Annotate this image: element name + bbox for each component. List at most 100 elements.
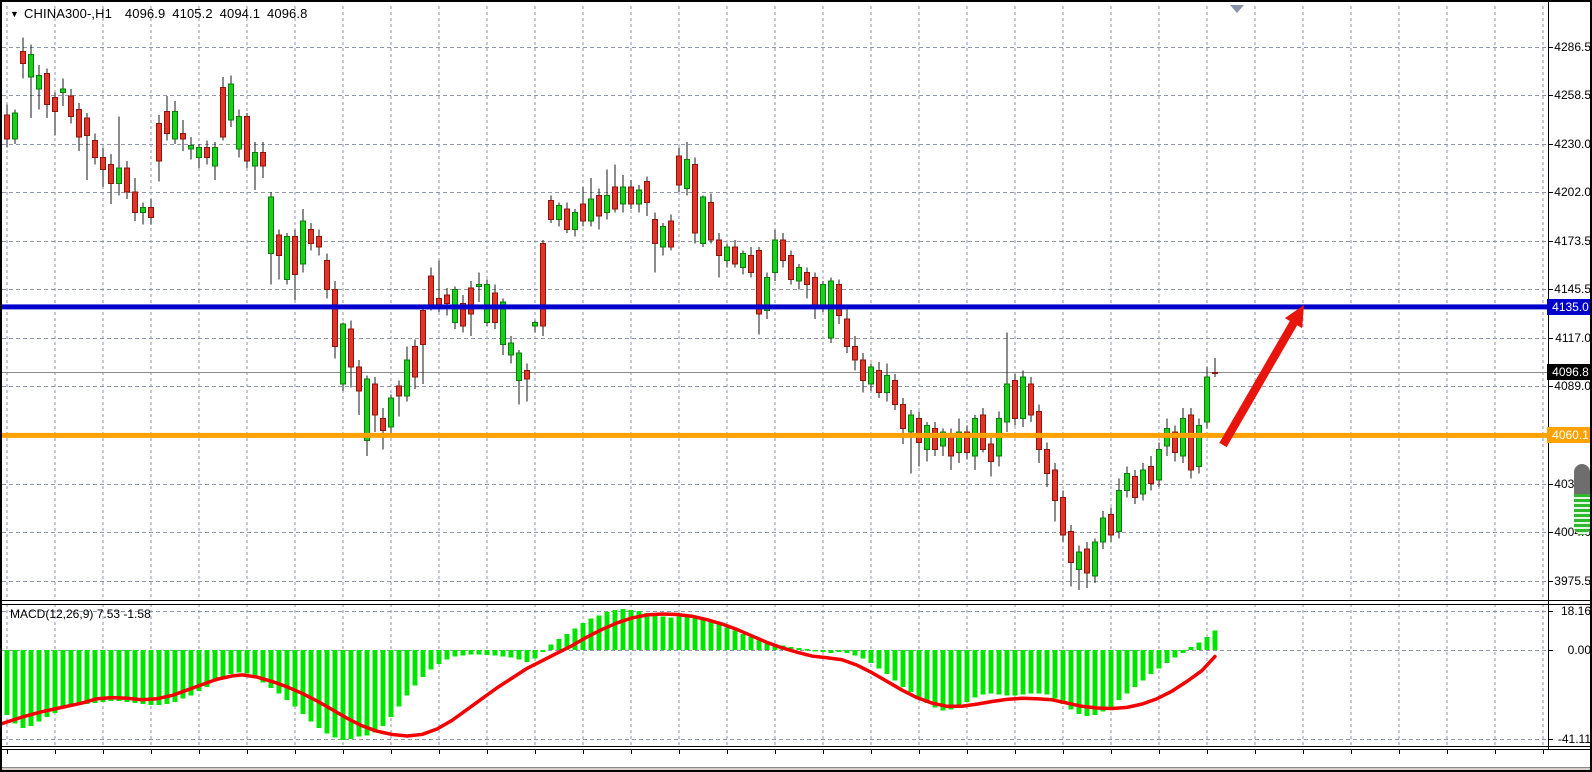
macd-histogram-bar: [53, 650, 58, 713]
macd-histogram-bar: [725, 627, 730, 650]
bearish-candle: [45, 74, 50, 105]
macd-histogram-bar: [309, 650, 314, 721]
macd-histogram-bar: [477, 650, 482, 654]
bullish-candle: [1205, 377, 1210, 422]
bearish-candle: [1029, 384, 1034, 415]
window-bottom-strip: [2, 767, 1592, 772]
chart-plot-area[interactable]: [2, 2, 1592, 772]
bullish-candle: [1077, 552, 1082, 569]
bearish-candle: [429, 276, 434, 305]
macd-histogram-bar: [1109, 650, 1114, 707]
bearish-candle: [317, 237, 322, 247]
scrollbar-stripes: [1574, 494, 1590, 535]
macd-histogram-bar: [805, 649, 810, 651]
macd-histogram-bar: [709, 621, 714, 650]
scrollbar-thumb[interactable]: [1574, 464, 1590, 535]
macd-histogram-bar: [605, 612, 610, 650]
bearish-candle: [1109, 514, 1114, 535]
bearish-candle: [309, 230, 314, 244]
macd-histogram-bar: [701, 619, 706, 650]
bearish-candle: [5, 115, 10, 139]
bullish-candle: [1021, 377, 1026, 418]
bearish-candle: [645, 182, 650, 203]
macd-histogram-bar: [933, 650, 938, 707]
macd-histogram-bar: [429, 650, 434, 669]
bearish-candle: [749, 255, 754, 272]
macd-histogram-bar: [133, 650, 138, 703]
macd-histogram-bar: [1181, 650, 1186, 653]
macd-histogram-bar: [1197, 642, 1202, 650]
bullish-candle: [661, 226, 666, 247]
bullish-candle: [533, 322, 538, 325]
bullish-candle: [797, 267, 802, 281]
macd-histogram-bar: [877, 650, 882, 668]
bullish-candle: [253, 153, 258, 167]
bearish-candle: [357, 367, 362, 391]
bullish-candle: [517, 353, 522, 380]
bullish-candle: [477, 285, 482, 287]
macd-histogram-bar: [1141, 650, 1146, 680]
macd-histogram-bar: [517, 650, 522, 660]
bearish-candle: [109, 165, 114, 184]
macd-histogram-bar: [93, 650, 98, 703]
macd-histogram-bar: [821, 650, 826, 652]
macd-axis-label: 0.00: [1531, 643, 1591, 657]
macd-histogram-bar: [557, 639, 562, 650]
macd-histogram-bar: [717, 624, 722, 650]
macd-histogram-bar: [797, 648, 802, 650]
bullish-candle: [1117, 490, 1122, 531]
bullish-candle: [269, 197, 274, 254]
macd-histogram-bar: [1069, 650, 1074, 710]
scrollbar-cap: [1574, 464, 1590, 494]
macd-histogram-bar: [917, 650, 922, 698]
macd-histogram-bar: [469, 650, 474, 654]
macd-histogram-bar: [1213, 631, 1218, 650]
bearish-candle: [349, 329, 354, 367]
macd-histogram-bar: [885, 650, 890, 674]
macd-histogram-bar: [621, 609, 626, 650]
bearish-candle: [901, 405, 906, 429]
bearish-candle: [181, 134, 186, 139]
bullish-candle: [637, 190, 642, 204]
bearish-candle: [293, 237, 298, 275]
macd-histogram-bar: [365, 650, 370, 736]
bearish-candle: [541, 243, 546, 325]
symbol-timeframe-label: CHINA300-,H1: [24, 6, 112, 21]
support-line[interactable]: [2, 433, 1548, 438]
time-axis[interactable]: 19 Jul 202222 Jul 05:0027 Jul 05:001 Aug…: [2, 749, 1592, 767]
bearish-candle: [101, 158, 106, 170]
high-value: 4105.2: [172, 6, 212, 21]
macd-histogram-bar: [437, 650, 442, 664]
bearish-candle: [893, 381, 898, 405]
macd-histogram-bar: [117, 650, 122, 701]
bearish-candle: [877, 370, 882, 392]
price-axis-label: 4173.5: [1531, 234, 1591, 248]
bearish-candle: [1085, 549, 1090, 573]
macd-histogram-bar: [949, 650, 954, 710]
bearish-candle: [949, 436, 954, 457]
macd-histogram-bar: [813, 650, 818, 652]
bearish-candle: [93, 140, 98, 157]
macd-histogram-bar: [1029, 650, 1034, 693]
bullish-candle: [589, 199, 594, 221]
macd-histogram-bar: [853, 650, 858, 655]
bearish-candle: [917, 418, 922, 442]
bearish-candle: [221, 87, 226, 137]
macd-histogram-bar: [69, 650, 74, 706]
bullish-candle: [37, 75, 42, 89]
bearish-candle: [933, 429, 938, 450]
bearish-candle: [565, 209, 570, 230]
resistance-line[interactable]: [2, 304, 1548, 309]
bullish-candle: [725, 247, 730, 261]
symbol-dropdown-icon[interactable]: ▼: [10, 9, 19, 19]
macd-histogram-bar: [125, 650, 130, 702]
macd-histogram-bar: [1157, 650, 1162, 668]
bearish-candle: [85, 118, 90, 135]
bearish-candle: [373, 384, 378, 415]
macd-histogram-bar: [333, 650, 338, 738]
macd-histogram-bar: [421, 650, 426, 677]
bearish-candle: [1149, 466, 1154, 483]
bearish-candle: [629, 187, 634, 204]
low-value: 4094.1: [220, 6, 260, 21]
bullish-candle: [701, 197, 706, 243]
